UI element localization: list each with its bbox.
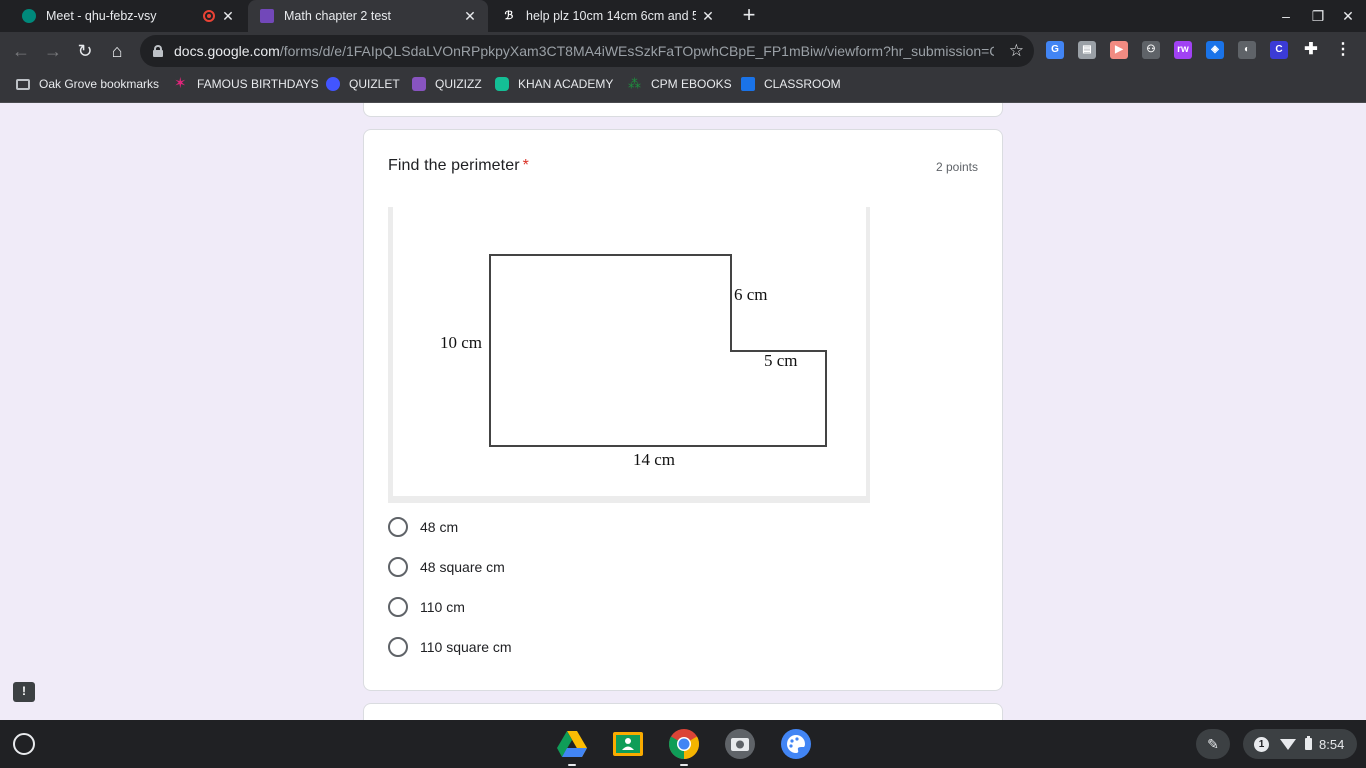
bookmark-khan-academy[interactable]: KHAN ACADEMY: [495, 70, 613, 98]
bookmark-label: CLASSROOM: [764, 77, 841, 91]
printer-extension-icon[interactable]: ▤: [1078, 41, 1096, 59]
bookmark-label: FAMOUS BIRTHDAYS: [197, 77, 319, 91]
address-bar[interactable]: docs.google.com/forms/d/e/1FAIpQLSdaLVOn…: [140, 35, 1034, 67]
label-14cm: 14 cm: [633, 450, 675, 469]
radio-button[interactable]: [388, 557, 408, 577]
lightbulb-extension-icon[interactable]: ◐: [1238, 41, 1256, 59]
radio-button[interactable]: [388, 517, 408, 537]
perimeter-diagram: 10 cm 6 cm 5 cm 14 cm: [440, 254, 827, 469]
maximize-button[interactable]: ❐: [1308, 6, 1328, 26]
bookmark-classroom[interactable]: CLASSROOM: [741, 70, 841, 98]
star-burst-icon: ✶: [174, 75, 187, 92]
bookmark-label: KHAN ACADEMY: [518, 77, 614, 91]
option-110-square-cm[interactable]: 110 square cm: [388, 635, 512, 659]
bookmark-label: QUIZLET: [349, 77, 400, 91]
accessibility-extension-icon[interactable]: ⚇: [1142, 41, 1160, 59]
shield-icon[interactable]: ◈: [1206, 41, 1224, 59]
label-10cm: 10 cm: [440, 333, 482, 352]
question-card: Find the perimeter * 2 points 10 cm 6 cm …: [363, 129, 1003, 691]
bookmark-quizizz[interactable]: QUIZIZZ: [412, 70, 482, 98]
clock: 8:54: [1319, 736, 1345, 752]
camera-icon[interactable]: [724, 728, 756, 760]
option-label: 110 cm: [420, 599, 465, 615]
screencastify-icon[interactable]: ▶: [1110, 41, 1128, 59]
wifi-icon: [1280, 738, 1296, 750]
home-button[interactable]: ⌂: [106, 40, 128, 62]
brainly-icon: ℬ: [504, 10, 514, 22]
question-points: 2 points: [935, 160, 978, 174]
tab-title: Math chapter 2 test: [284, 9, 392, 23]
forms-icon: [260, 9, 274, 23]
launcher-button[interactable]: [13, 733, 35, 755]
app-running-indicator: [568, 764, 576, 766]
system-shelf: ✎ 1 8:54: [0, 720, 1366, 768]
bookmark-star-icon[interactable]: ☆: [1009, 41, 1024, 61]
feedback-icon[interactable]: !: [13, 682, 35, 702]
c-extension-icon[interactable]: C: [1270, 41, 1288, 59]
question-title: Find the perimeter *: [388, 157, 529, 174]
option-48-cm[interactable]: 48 cm: [388, 515, 458, 539]
question-figure: 10 cm 6 cm 5 cm 14 cm: [388, 207, 870, 503]
label-6cm: 6 cm: [734, 285, 768, 304]
url-text[interactable]: docs.google.com/forms/d/e/1FAIpQLSdaLVOn…: [174, 43, 994, 59]
browser-toolbar: ← → ↻ ⌂ docs.google.com/forms/d/e/1FAIpQ…: [0, 32, 1366, 70]
close-tab-icon[interactable]: ✕: [462, 8, 478, 24]
meet-icon: [22, 9, 36, 23]
bookmark-cpm-ebooks[interactable]: ⁂ CPM EBOOKS: [628, 70, 732, 98]
classroom-icon[interactable]: [612, 728, 644, 760]
quizizz-icon: [412, 77, 426, 91]
option-48-square-cm[interactable]: 48 square cm: [388, 555, 505, 579]
tab-math-test[interactable]: Math chapter 2 test ✕: [248, 0, 488, 32]
bookmarks-bar: Oak Grove bookmarks ✶ FAMOUS BIRTHDAYS Q…: [0, 70, 1366, 103]
battery-icon: [1305, 736, 1312, 750]
folder-icon: [16, 78, 30, 90]
bookmark-quizlet[interactable]: QUIZLET: [326, 70, 400, 98]
bookmark-label: CPM EBOOKS: [651, 77, 732, 91]
minimize-button[interactable]: ‒: [1276, 6, 1296, 26]
read-write-icon[interactable]: rw: [1174, 41, 1192, 59]
forward-button[interactable]: →: [42, 40, 64, 62]
radio-button[interactable]: [388, 597, 408, 617]
option-label: 110 square cm: [420, 639, 512, 655]
tab-brainly[interactable]: ℬ help plz 10cm 14cm 6cm and 5cm ✕: [490, 0, 726, 32]
tab-title: help plz 10cm 14cm 6cm and 5cm: [526, 9, 696, 23]
bookmark-label: QUIZIZZ: [435, 77, 482, 91]
extensions-puzzle-icon[interactable]: ✚: [1302, 41, 1320, 59]
close-tab-icon[interactable]: ✕: [700, 8, 716, 24]
cpm-icon: ⁂: [628, 76, 641, 91]
bookmark-label: Oak Grove bookmarks: [39, 77, 160, 91]
required-asterisk: *: [522, 157, 529, 174]
status-tray[interactable]: 1 8:54: [1243, 729, 1357, 759]
label-5cm: 5 cm: [764, 351, 798, 370]
notification-count-badge: 1: [1254, 736, 1269, 752]
khan-academy-icon: [495, 77, 509, 91]
canvas-icon[interactable]: [780, 728, 812, 760]
previous-question-card: [363, 103, 1003, 117]
close-window-button[interactable]: ✕: [1338, 6, 1358, 26]
bookmark-famous-birthdays[interactable]: ✶ FAMOUS BIRTHDAYS: [174, 70, 319, 98]
quizlet-icon: [326, 77, 340, 91]
app-running-indicator: [680, 764, 688, 766]
menu-dots-icon[interactable]: ⋮: [1334, 41, 1352, 59]
new-tab-button[interactable]: +: [738, 4, 760, 27]
google-translate-icon[interactable]: G: [1046, 41, 1064, 59]
chrome-icon[interactable]: [668, 728, 700, 760]
lock-icon: [153, 45, 163, 57]
reload-button[interactable]: ↻: [74, 40, 96, 62]
stylus-tools-button[interactable]: ✎: [1196, 729, 1230, 759]
option-label: 48 square cm: [420, 559, 505, 575]
option-110-cm[interactable]: 110 cm: [388, 595, 465, 619]
tab-strip: Meet - qhu-febz-vsy ✕ Math chapter 2 tes…: [0, 0, 1366, 32]
option-label: 48 cm: [420, 519, 459, 535]
bookmark-oak-grove[interactable]: Oak Grove bookmarks: [16, 70, 159, 98]
radio-button[interactable]: [388, 637, 408, 657]
recording-icon: [203, 10, 215, 22]
back-button[interactable]: ←: [10, 40, 32, 62]
drive-icon[interactable]: [556, 728, 588, 760]
tab-meet[interactable]: Meet - qhu-febz-vsy ✕: [0, 0, 246, 32]
classroom-icon: [741, 77, 755, 91]
tab-title: Meet - qhu-febz-vsy: [46, 9, 157, 23]
close-tab-icon[interactable]: ✕: [220, 8, 236, 24]
